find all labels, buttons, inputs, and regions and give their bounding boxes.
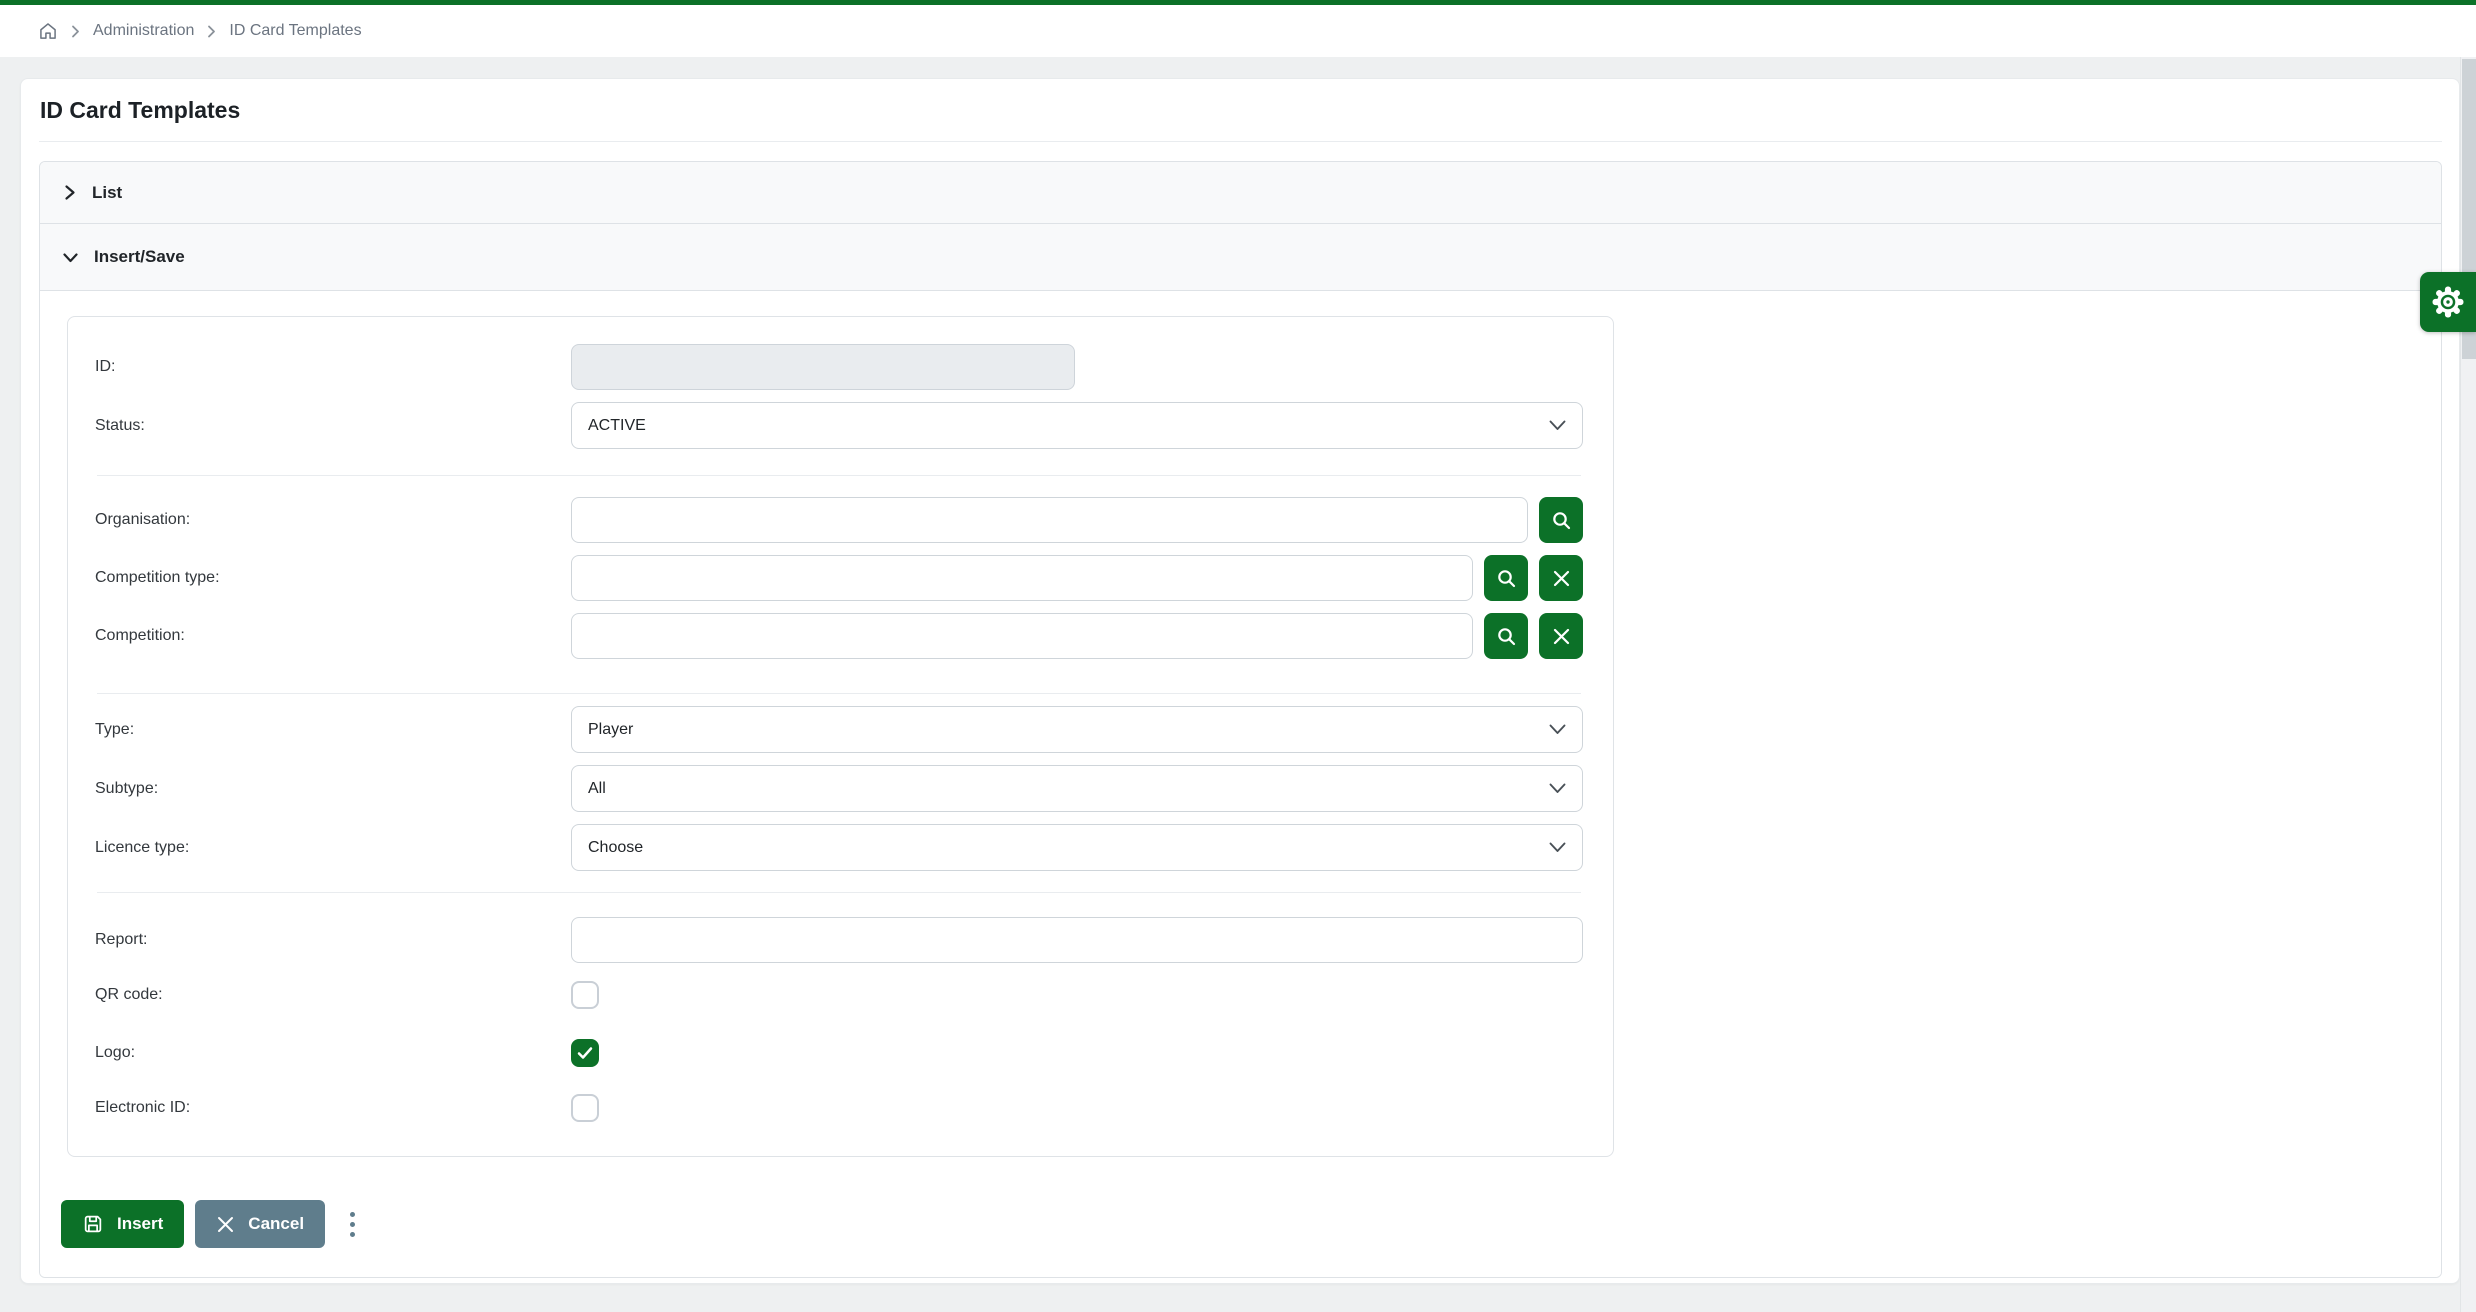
qr-code-label: QR code: [95,986,571,1004]
insert-button[interactable]: Insert [61,1200,184,1248]
main-card: ID Card Templates List Insert/Save ID: [20,78,2460,1284]
form-row-competition: Competition: [95,613,1583,659]
save-icon [82,1213,104,1235]
form-row-organisation: Organisation: [95,497,1583,543]
competition-type-clear-button[interactable] [1539,555,1583,601]
form-row-licence-type: Licence type: Choose [95,824,1583,871]
form-row-subtype: Subtype: All [95,765,1583,812]
more-actions-button[interactable] [342,1206,363,1243]
vertical-scrollbar[interactable] [2460,57,2476,1312]
chevron-right-icon [71,25,80,38]
competition-search-button[interactable] [1484,613,1528,659]
form-card: ID: Status: ACTIVE [67,316,1614,1157]
insert-button-label: Insert [117,1214,163,1234]
insert-save-panel: ID: Status: ACTIVE [40,291,2441,1277]
settings-flyout-button[interactable] [2420,272,2476,332]
close-icon [1552,569,1571,588]
chevron-down-icon [62,250,79,265]
form-row-report: Report: [95,917,1583,963]
electronic-id-checkbox[interactable] [571,1094,599,1122]
form-actions: Insert Cancel [61,1200,2421,1248]
title-divider [39,141,2442,142]
type-label: Type: [95,721,571,739]
section-divider [97,475,1581,476]
competition-type-label: Competition type: [95,569,571,587]
kebab-menu-icon [350,1232,355,1237]
organisation-field[interactable] [571,497,1528,543]
accordion-header-list[interactable]: List [40,162,2441,224]
page-title: ID Card Templates [39,94,2442,126]
status-select-value: ACTIVE [588,417,646,435]
search-icon [1496,626,1517,647]
competition-label: Competition: [95,627,571,645]
logo-checkbox[interactable] [571,1039,599,1067]
kebab-menu-icon [350,1222,355,1227]
report-field[interactable] [571,917,1583,963]
home-icon[interactable] [38,21,58,41]
section-divider [97,693,1581,694]
organisation-label: Organisation: [95,511,571,529]
logo-label: Logo: [95,1044,571,1062]
id-label: ID: [95,358,571,376]
accordion-label-insert-save: Insert/Save [94,247,185,267]
close-icon [1552,627,1571,646]
chevron-right-icon [62,184,77,201]
organisation-search-button[interactable] [1539,497,1583,543]
accordion: List Insert/Save ID: Sta [39,161,2442,1278]
kebab-menu-icon [350,1212,355,1217]
close-icon [216,1215,235,1234]
breadcrumb-item-id-card-templates[interactable]: ID Card Templates [229,22,361,40]
chevron-right-icon [207,25,216,38]
search-icon [1551,510,1572,531]
breadcrumb: Administration ID Card Templates [0,5,2476,57]
chevron-down-icon [1549,420,1566,431]
cancel-button[interactable]: Cancel [195,1200,325,1248]
licence-type-label: Licence type: [95,839,571,857]
form-row-qr-code: QR code: [95,981,1583,1009]
competition-type-field[interactable] [571,555,1473,601]
licence-type-select-value: Choose [588,839,643,857]
cancel-button-label: Cancel [248,1214,304,1234]
competition-field[interactable] [571,613,1473,659]
qr-code-checkbox[interactable] [571,981,599,1009]
accordion-label-list: List [92,183,122,203]
chevron-down-icon [1549,783,1566,794]
electronic-id-label: Electronic ID: [95,1099,571,1117]
form-row-logo: Logo: [95,1039,1583,1067]
competition-clear-button[interactable] [1539,613,1583,659]
id-field [571,344,1075,390]
chevron-down-icon [1549,842,1566,853]
form-row-electronic-id: Electronic ID: [95,1094,1583,1122]
check-icon [577,1046,593,1060]
subtype-label: Subtype: [95,780,571,798]
accordion-header-insert-save[interactable]: Insert/Save [40,224,2441,291]
status-label: Status: [95,417,571,435]
form-row-type: Type: Player [95,706,1583,753]
type-select-value: Player [588,721,633,739]
chevron-down-icon [1549,724,1566,735]
form-row-id: ID: [95,344,1583,390]
search-icon [1496,568,1517,589]
form-row-status: Status: ACTIVE [95,402,1583,449]
status-select[interactable]: ACTIVE [571,402,1583,449]
subtype-select-value: All [588,780,606,798]
subtype-select[interactable]: All [571,765,1583,812]
top-accent-bar [0,0,2476,5]
breadcrumb-item-administration[interactable]: Administration [93,22,194,40]
page-content: ID Card Templates List Insert/Save ID: [0,57,2460,1284]
competition-type-search-button[interactable] [1484,555,1528,601]
gear-icon [2430,284,2466,320]
licence-type-select[interactable]: Choose [571,824,1583,871]
form-row-competition-type: Competition type: [95,555,1583,601]
report-label: Report: [95,931,571,949]
section-divider [97,892,1581,893]
type-select[interactable]: Player [571,706,1583,753]
